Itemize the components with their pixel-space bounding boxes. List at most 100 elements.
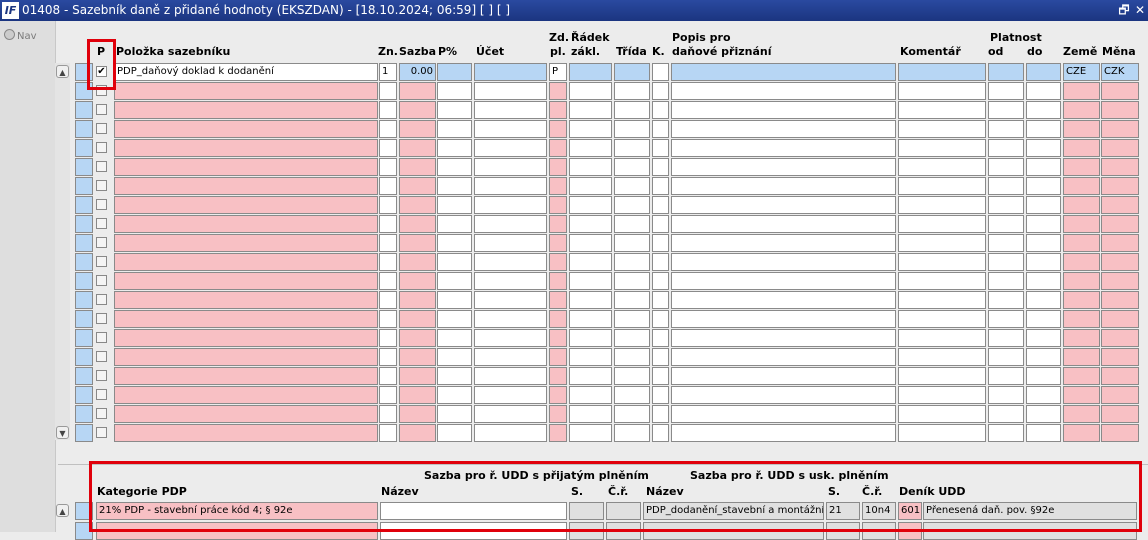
row-12-do-field[interactable] bbox=[1026, 272, 1061, 290]
row-13-k-field[interactable] bbox=[652, 291, 669, 309]
row-17-p-pct-field[interactable] bbox=[437, 367, 472, 385]
row-20-zeme-field[interactable] bbox=[1063, 424, 1100, 442]
row-19-sazba-field[interactable] bbox=[399, 405, 436, 423]
row-11-trida-field[interactable] bbox=[614, 253, 650, 271]
row-13-zd-field[interactable] bbox=[549, 291, 567, 309]
row-8-od-field[interactable] bbox=[988, 196, 1024, 214]
row-14-polozka-field[interactable] bbox=[114, 310, 378, 328]
row-11-radek-field[interactable] bbox=[569, 253, 612, 271]
row-3-zd-field[interactable] bbox=[549, 101, 567, 119]
row-14-sazba-field[interactable] bbox=[399, 310, 436, 328]
row-14-ucet-field[interactable] bbox=[474, 310, 547, 328]
row-12-row-selector[interactable] bbox=[75, 272, 93, 290]
row-3-row-selector[interactable] bbox=[75, 101, 93, 119]
row-20-zn-field[interactable] bbox=[379, 424, 397, 442]
row-2-ucet-field[interactable] bbox=[474, 82, 547, 100]
row-8-mena-field[interactable] bbox=[1101, 196, 1139, 214]
row-20-mena-field[interactable] bbox=[1101, 424, 1139, 442]
row-9-ucet-field[interactable] bbox=[474, 215, 547, 233]
row-18-zn-field[interactable] bbox=[379, 386, 397, 404]
row-4-zn-field[interactable] bbox=[379, 120, 397, 138]
row-11-k-field[interactable] bbox=[652, 253, 669, 271]
row-11-zd-field[interactable] bbox=[549, 253, 567, 271]
row-4-p-pct-field[interactable] bbox=[437, 120, 472, 138]
row-10-mena-field[interactable] bbox=[1101, 234, 1139, 252]
row-4-row-selector[interactable] bbox=[75, 120, 93, 138]
row-10-p-pct-field[interactable] bbox=[437, 234, 472, 252]
row-5-mena-field[interactable] bbox=[1101, 139, 1139, 157]
row1-mena-field[interactable]: CZK bbox=[1101, 63, 1139, 81]
row-4-radek-field[interactable] bbox=[569, 120, 612, 138]
row-17-zd-field[interactable] bbox=[549, 367, 567, 385]
row-15-p-pct-field[interactable] bbox=[437, 329, 472, 347]
row-11-zn-field[interactable] bbox=[379, 253, 397, 271]
row-18-zeme-field[interactable] bbox=[1063, 386, 1100, 404]
row-4-sazba-field[interactable] bbox=[399, 120, 436, 138]
row-6-polozka-field[interactable] bbox=[114, 158, 378, 176]
row-7-ucet-field[interactable] bbox=[474, 177, 547, 195]
row-10-trida-field[interactable] bbox=[614, 234, 650, 252]
row-7-komentar-field[interactable] bbox=[898, 177, 986, 195]
row-13-mena-field[interactable] bbox=[1101, 291, 1139, 309]
row-6-mena-field[interactable] bbox=[1101, 158, 1139, 176]
row-16-mena-field[interactable] bbox=[1101, 348, 1139, 366]
row-8-do-field[interactable] bbox=[1026, 196, 1061, 214]
row-13-row-selector[interactable] bbox=[75, 291, 93, 309]
row-1-od-field[interactable] bbox=[988, 63, 1024, 81]
row-13-popis-field[interactable] bbox=[671, 291, 896, 309]
row-11-p-pct-field[interactable] bbox=[437, 253, 472, 271]
row-16-radek-field[interactable] bbox=[569, 348, 612, 366]
row-13-radek-field[interactable] bbox=[569, 291, 612, 309]
row-2-zn-field[interactable] bbox=[379, 82, 397, 100]
row-18-zd-field[interactable] bbox=[549, 386, 567, 404]
row-15-row-selector[interactable] bbox=[75, 329, 93, 347]
row-20-sazba-field[interactable] bbox=[399, 424, 436, 442]
row-2-popis-field[interactable] bbox=[671, 82, 896, 100]
row-19-radek-field[interactable] bbox=[569, 405, 612, 423]
row-17-ucet-field[interactable] bbox=[474, 367, 547, 385]
row-15-komentar-field[interactable] bbox=[898, 329, 986, 347]
row-3-zeme-field[interactable] bbox=[1063, 101, 1100, 119]
row-8-row-selector[interactable] bbox=[75, 196, 93, 214]
row-18-sazba-field[interactable] bbox=[399, 386, 436, 404]
row-20-k-field[interactable] bbox=[652, 424, 669, 442]
row-6-zn-field[interactable] bbox=[379, 158, 397, 176]
row-16-zn-field[interactable] bbox=[379, 348, 397, 366]
row1-polozka-field[interactable]: PDP_daňový doklad k dodanění bbox=[114, 63, 378, 81]
row-1-ucet-field[interactable] bbox=[474, 63, 547, 81]
row-5-p-checkbox[interactable] bbox=[96, 142, 107, 153]
row-12-komentar-field[interactable] bbox=[898, 272, 986, 290]
row-5-zn-field[interactable] bbox=[379, 139, 397, 157]
row-16-zeme-field[interactable] bbox=[1063, 348, 1100, 366]
row-17-od-field[interactable] bbox=[988, 367, 1024, 385]
row-19-zeme-field[interactable] bbox=[1063, 405, 1100, 423]
row-14-zd-field[interactable] bbox=[549, 310, 567, 328]
row-16-row-selector[interactable] bbox=[75, 348, 93, 366]
row-16-polozka-field[interactable] bbox=[114, 348, 378, 366]
row-8-komentar-field[interactable] bbox=[898, 196, 986, 214]
row-5-sazba-field[interactable] bbox=[399, 139, 436, 157]
row-18-row-selector[interactable] bbox=[75, 386, 93, 404]
row-2-komentar-field[interactable] bbox=[898, 82, 986, 100]
row-14-mena-field[interactable] bbox=[1101, 310, 1139, 328]
row-7-popis-field[interactable] bbox=[671, 177, 896, 195]
row-8-zd-field[interactable] bbox=[549, 196, 567, 214]
row-2-do-field[interactable] bbox=[1026, 82, 1061, 100]
row-13-do-field[interactable] bbox=[1026, 291, 1061, 309]
row-8-ucet-field[interactable] bbox=[474, 196, 547, 214]
bottom-scroll-up-icon[interactable]: ▲ bbox=[56, 504, 69, 517]
row-12-popis-field[interactable] bbox=[671, 272, 896, 290]
row-4-mena-field[interactable] bbox=[1101, 120, 1139, 138]
row-19-polozka-field[interactable] bbox=[114, 405, 378, 423]
row1-zn-field[interactable]: 1 bbox=[379, 63, 397, 81]
scroll-up-icon[interactable]: ▲ bbox=[56, 65, 69, 78]
row-12-p-checkbox[interactable] bbox=[96, 275, 107, 286]
row-13-zn-field[interactable] bbox=[379, 291, 397, 309]
row-2-zd-field[interactable] bbox=[549, 82, 567, 100]
row-16-od-field[interactable] bbox=[988, 348, 1024, 366]
row-16-p-checkbox[interactable] bbox=[96, 351, 107, 362]
row-20-komentar-field[interactable] bbox=[898, 424, 986, 442]
row-10-polozka-field[interactable] bbox=[114, 234, 378, 252]
row-5-do-field[interactable] bbox=[1026, 139, 1061, 157]
row-2-p-pct-field[interactable] bbox=[437, 82, 472, 100]
